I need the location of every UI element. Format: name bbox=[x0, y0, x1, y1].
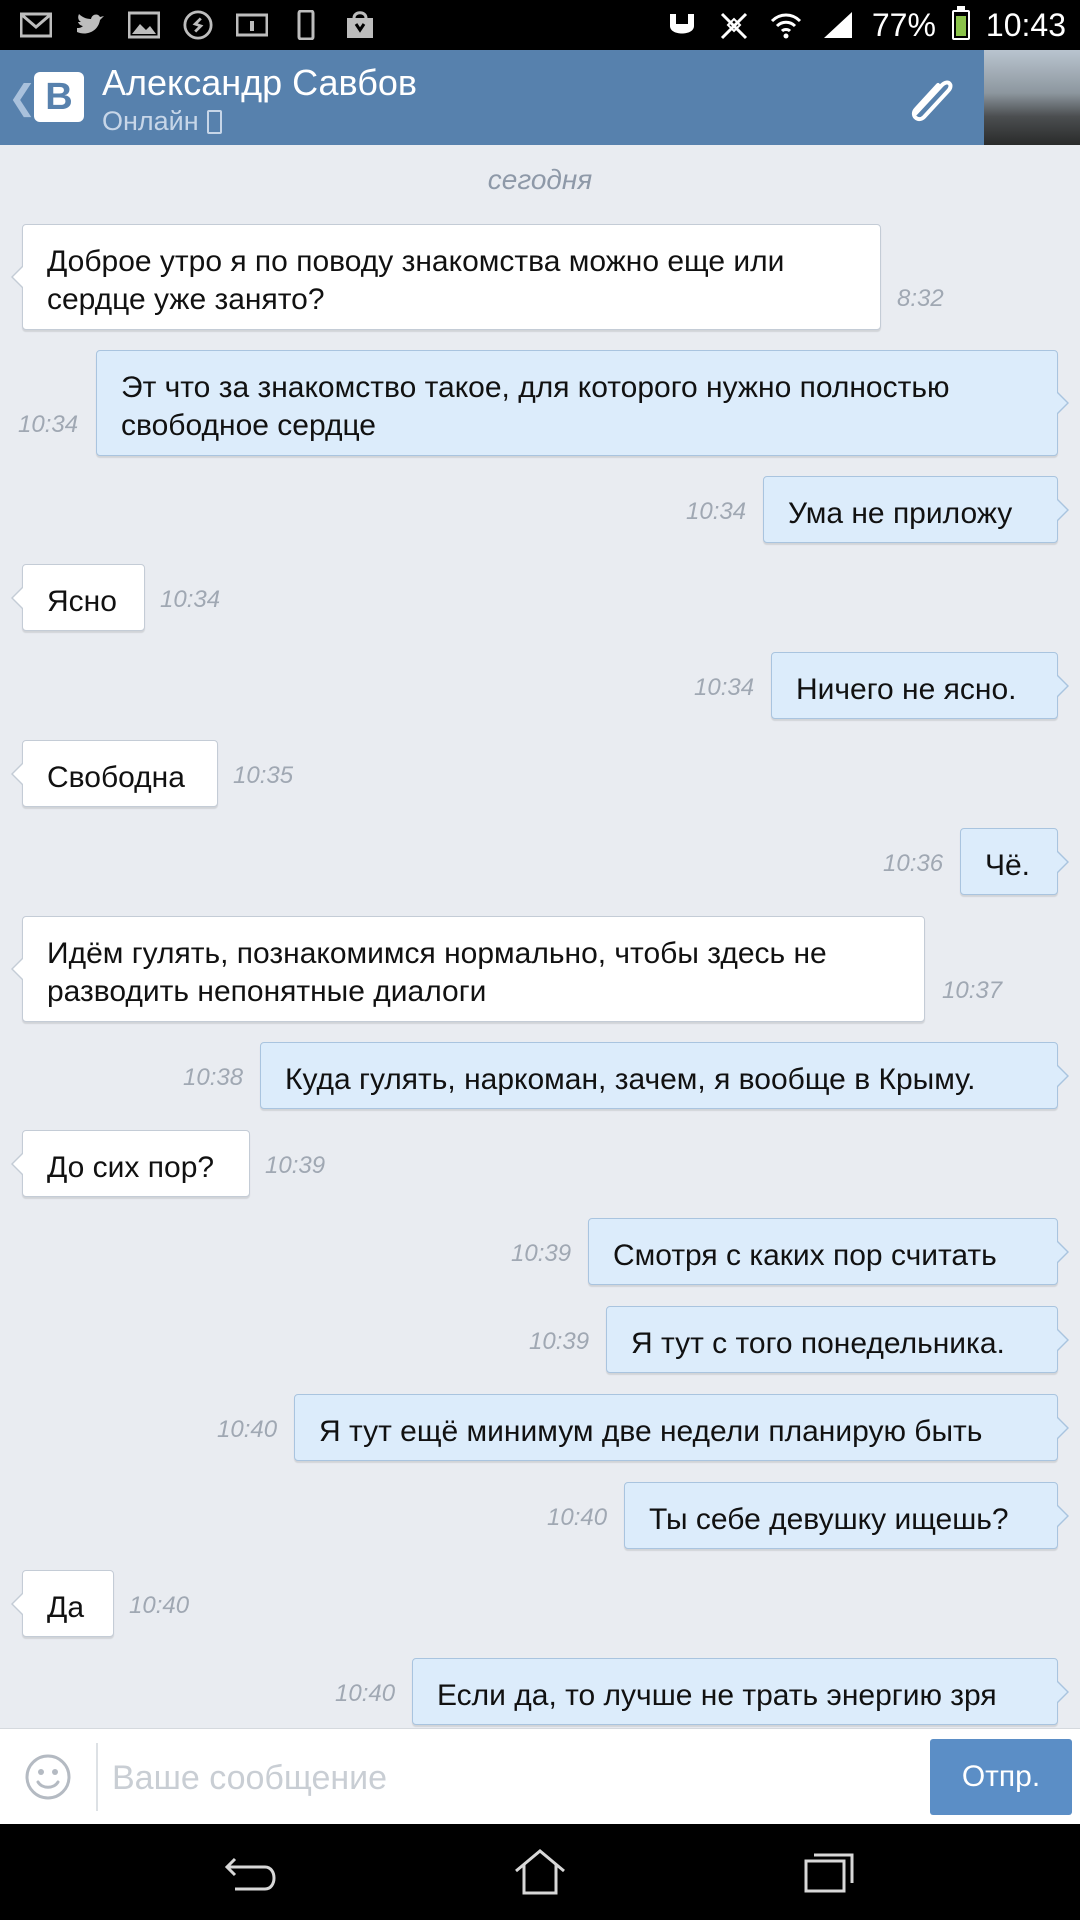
battery-percent: 77% bbox=[871, 6, 936, 43]
sync-icon bbox=[664, 8, 700, 42]
home-icon bbox=[515, 1849, 565, 1895]
status-bar: 77% 10:43 bbox=[0, 0, 1080, 50]
message-input[interactable] bbox=[110, 1747, 914, 1809]
vibrate-off-icon bbox=[716, 8, 752, 42]
home-button[interactable] bbox=[505, 1842, 575, 1902]
store-icon bbox=[342, 8, 378, 42]
attach-button[interactable] bbox=[896, 68, 960, 130]
message-timestamp: 10:34 bbox=[694, 674, 755, 701]
outgoing-message-bubble[interactable]: Ты себе девушку ищешь? bbox=[624, 1482, 1069, 1549]
notification-icons bbox=[18, 8, 378, 42]
system-indicators: 77% 10:43 bbox=[664, 0, 1066, 50]
contact-avatar[interactable] bbox=[984, 50, 1080, 145]
back-button[interactable] bbox=[216, 1842, 286, 1902]
mobile-icon bbox=[206, 109, 222, 134]
chevron-left-icon[interactable]: ❮ bbox=[8, 78, 37, 118]
outgoing-message-bubble[interactable]: Эт что за знакомство такое, для которого… bbox=[96, 350, 1069, 456]
clock: 10:43 bbox=[985, 6, 1066, 43]
message-timestamp: 10:36 bbox=[883, 850, 944, 877]
message-timestamp: 10:39 bbox=[529, 1328, 590, 1355]
outgoing-message-bubble[interactable]: Я тут с того понедельника. bbox=[606, 1306, 1069, 1373]
message-timestamp: 10:40 bbox=[335, 1680, 396, 1707]
battery-level bbox=[955, 15, 966, 36]
incoming-message-bubble[interactable]: Да bbox=[11, 1570, 114, 1637]
twitter-icon bbox=[72, 8, 108, 42]
info-card-icon bbox=[234, 8, 270, 42]
message-timestamp: 10:35 bbox=[233, 762, 294, 789]
message-timestamp: 10:34 bbox=[18, 411, 79, 438]
recents-button[interactable] bbox=[795, 1842, 865, 1902]
message-timestamp: 10:39 bbox=[265, 1152, 326, 1179]
outgoing-message-bubble[interactable]: Смотря с каких пор считать bbox=[588, 1218, 1069, 1285]
message-timestamp: 10:34 bbox=[686, 498, 747, 525]
input-divider bbox=[96, 1743, 98, 1811]
message-timestamp: 10:40 bbox=[547, 1504, 608, 1531]
battery-icon bbox=[951, 6, 970, 40]
outgoing-message-bubble[interactable]: Если да, то лучше не трать энергию зря bbox=[412, 1658, 1069, 1725]
paperclip-icon bbox=[911, 80, 953, 122]
phone-icon bbox=[288, 8, 324, 42]
gmail-icon bbox=[18, 8, 54, 42]
outgoing-message-bubble[interactable]: Чё. bbox=[960, 828, 1069, 895]
composer: Отпр. bbox=[0, 1728, 1080, 1825]
outgoing-message-bubble[interactable]: Ничего не ясно. bbox=[771, 652, 1069, 719]
back-icon bbox=[224, 1857, 276, 1891]
shazam-icon bbox=[180, 8, 216, 42]
message-timestamp: 10:39 bbox=[511, 1240, 572, 1267]
outgoing-message-bubble[interactable]: Ума не приложу bbox=[763, 476, 1069, 543]
incoming-message-bubble[interactable]: Ясно bbox=[11, 564, 145, 631]
chat-header: ❮ В Александр Савбов Онлайн bbox=[0, 50, 1080, 145]
message-timestamp: 8:32 bbox=[897, 285, 944, 312]
message-timestamp: 10:34 bbox=[160, 586, 221, 613]
signal-icon bbox=[820, 8, 856, 42]
gallery-icon bbox=[126, 8, 162, 42]
message-timestamp: 10:38 bbox=[183, 1064, 244, 1091]
contact-status: Онлайн bbox=[102, 106, 222, 137]
smiley-icon[interactable] bbox=[24, 1753, 72, 1801]
incoming-message-bubble[interactable]: Свободна bbox=[11, 740, 218, 807]
incoming-message-bubble[interactable]: Доброе утро я по поводу знакомства можно… bbox=[11, 224, 881, 330]
contact-name: Александр Савбов bbox=[102, 62, 418, 103]
wifi-icon bbox=[768, 8, 804, 42]
online-status-text: Онлайн bbox=[102, 106, 199, 136]
outgoing-message-bubble[interactable]: Я тут ещё минимум две недели планирую бы… bbox=[294, 1394, 1069, 1461]
message-timestamp: 10:37 bbox=[942, 977, 1003, 1004]
message-timestamp: 10:40 bbox=[129, 1592, 190, 1619]
incoming-message-bubble[interactable]: До сих пор? bbox=[11, 1130, 250, 1197]
navigation-bar bbox=[0, 1824, 1080, 1920]
outgoing-message-bubble[interactable]: Куда гулять, наркоман, зачем, я вообще в… bbox=[260, 1042, 1069, 1109]
message-timestamp: 10:40 bbox=[217, 1416, 278, 1443]
recents-icon bbox=[804, 1853, 854, 1893]
incoming-message-bubble[interactable]: Идём гулять, познакомимся нормально, что… bbox=[11, 916, 925, 1022]
send-button[interactable]: Отпр. bbox=[930, 1739, 1072, 1815]
vk-logo[interactable]: В bbox=[34, 72, 84, 122]
date-separator: сегодня bbox=[487, 164, 593, 195]
